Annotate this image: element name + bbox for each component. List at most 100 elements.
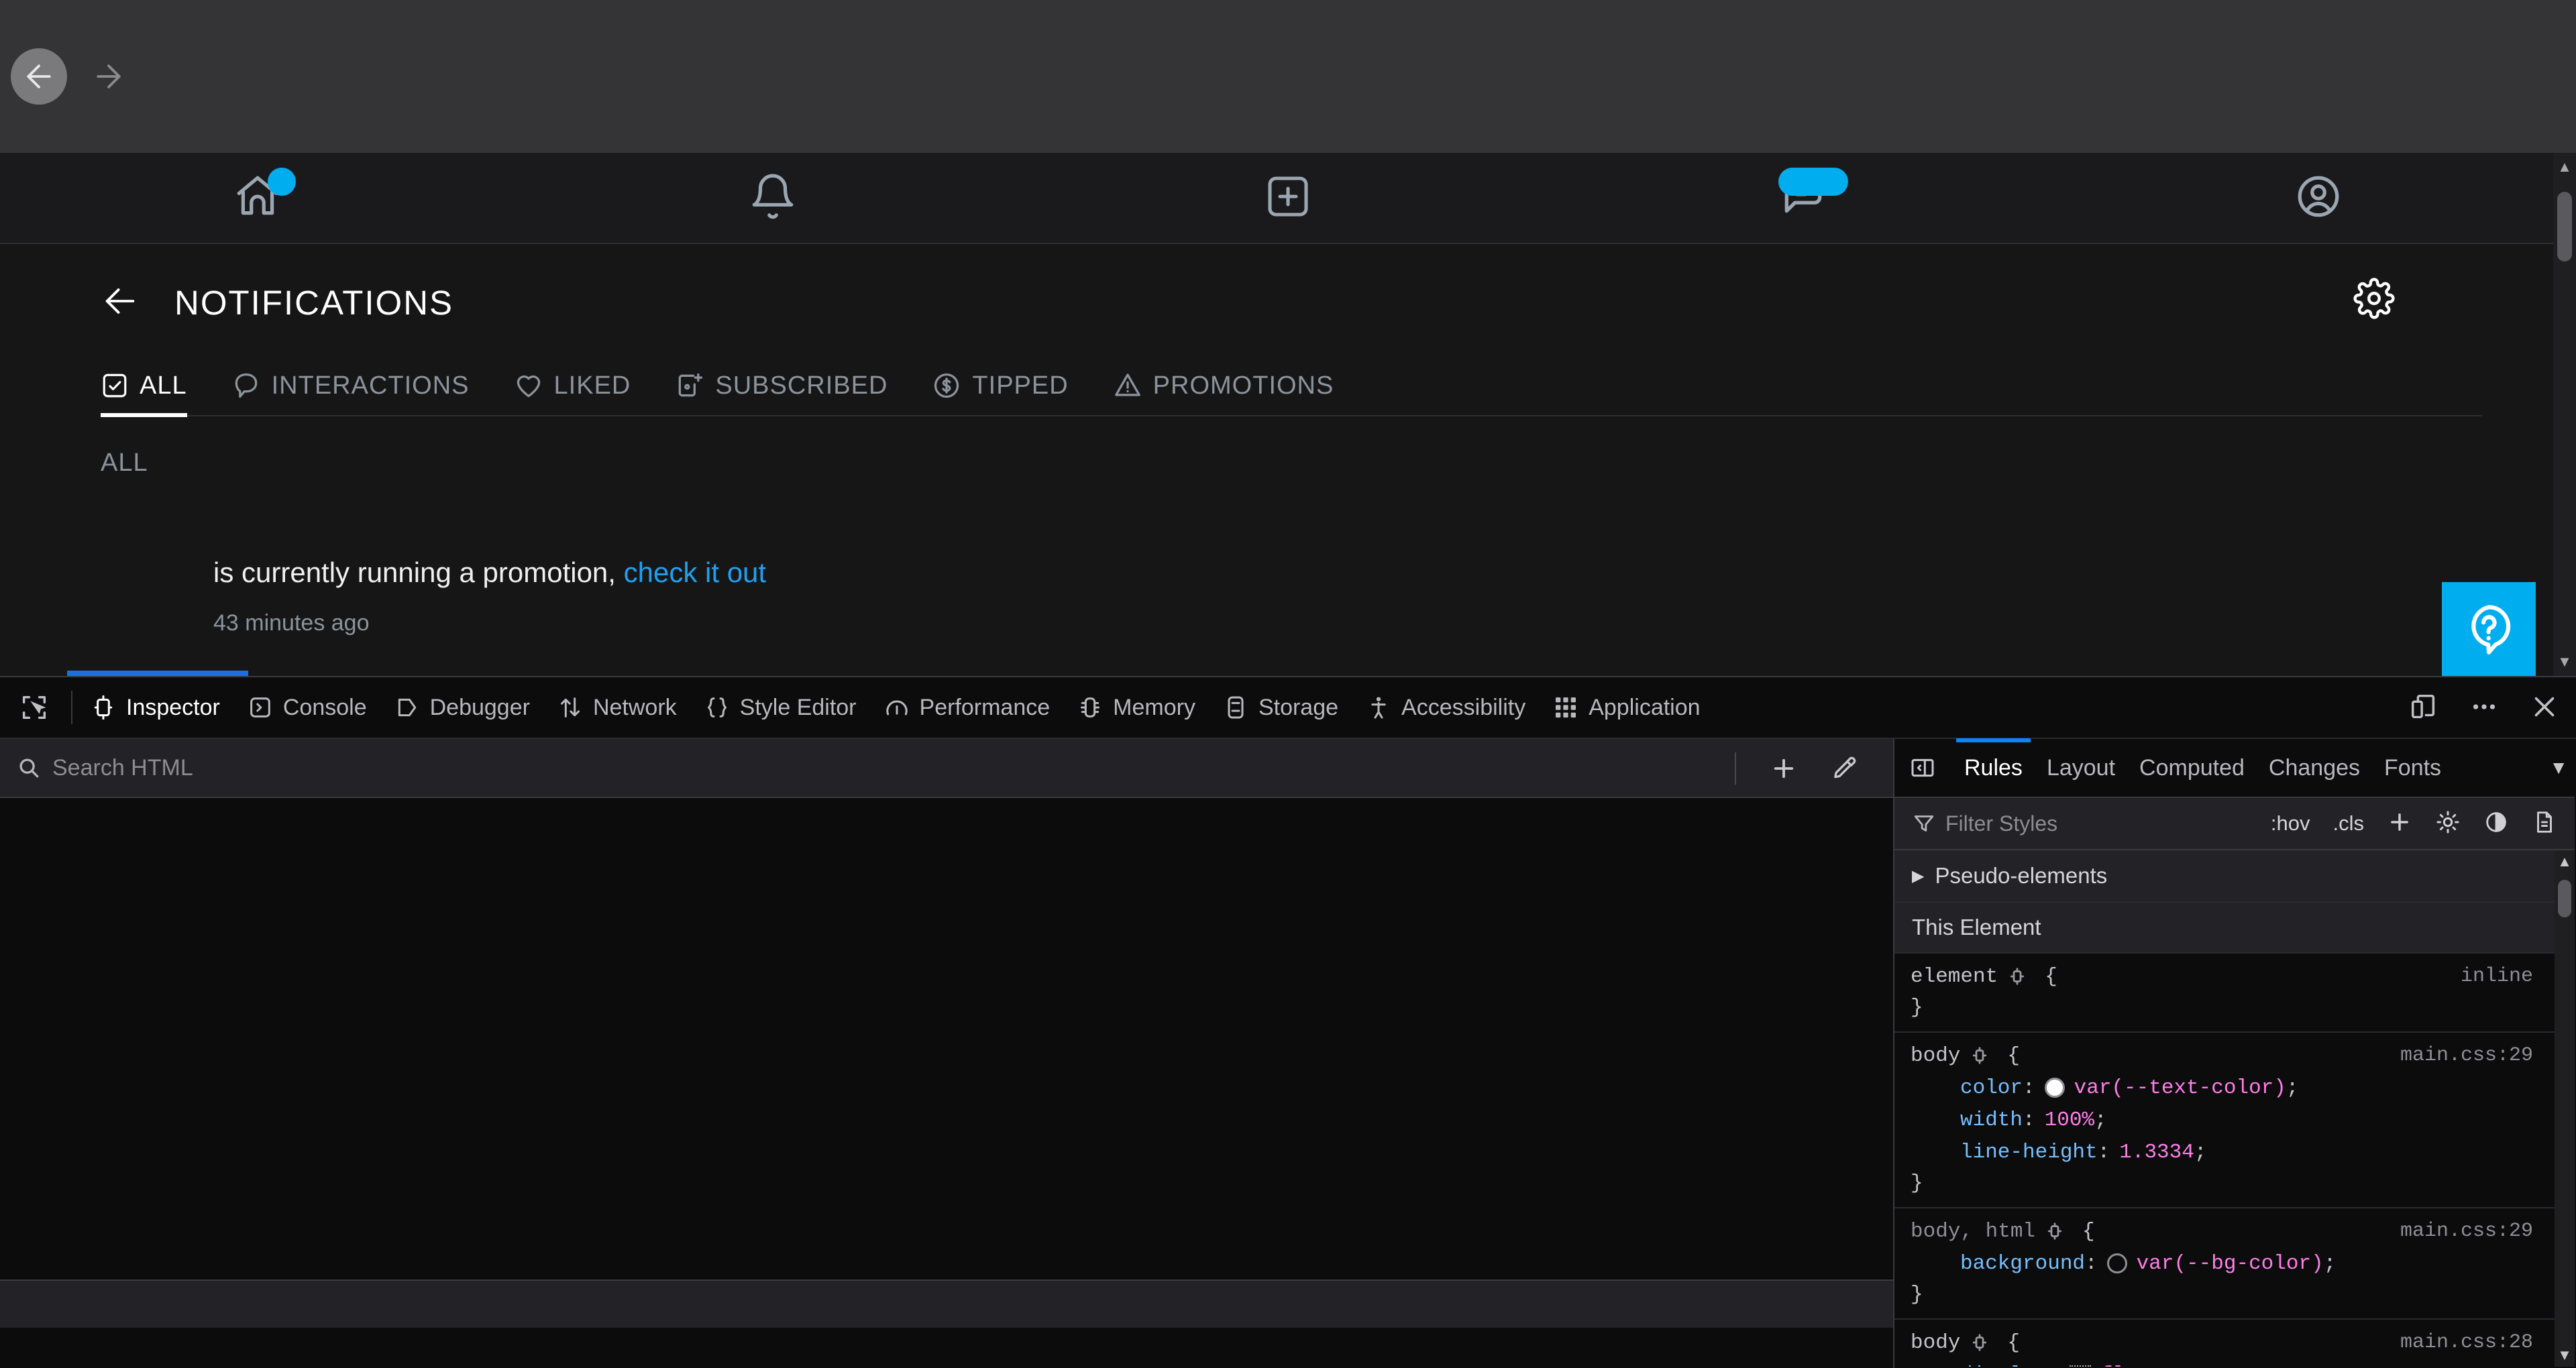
document-icon[interactable]	[2532, 809, 2557, 838]
chevron-down-icon[interactable]: ▼	[2549, 757, 2568, 779]
css-property[interactable]: display	[1960, 1363, 2047, 1367]
devices-icon[interactable]	[2408, 691, 2439, 726]
page-back-button[interactable]	[101, 282, 140, 324]
scroll-up-arrow[interactable]: ▲	[2553, 156, 2576, 178]
inspector-badge-icon[interactable]	[2045, 1221, 2065, 1241]
rules-tab-changes[interactable]: Changes	[2257, 738, 2372, 797]
flex-badge-icon[interactable]	[2070, 1365, 2091, 1367]
site-nav-item-notifications[interactable]	[515, 153, 1030, 243]
css-declaration[interactable]: line-height: 1.3334;	[1894, 1136, 2575, 1168]
css-value[interactable]: var(--bg-color)	[2137, 1252, 2324, 1275]
devtools-tab-label: Storage	[1258, 695, 1338, 721]
element-class-button[interactable]: .cls	[2333, 811, 2365, 836]
site-nav-item-home[interactable]	[0, 153, 515, 243]
devtools-tab-label: Memory	[1113, 695, 1195, 721]
css-rule-source[interactable]: main.css:28	[2400, 1331, 2533, 1354]
css-declaration[interactable]: display: flex;	[1894, 1359, 2575, 1367]
rules-list[interactable]: ▶ Pseudo-elements This Element element	[1894, 850, 2575, 1367]
css-rule-source[interactable]: main.css:29	[2400, 1220, 2533, 1243]
tab-liked[interactable]: LIKED	[514, 359, 631, 416]
help-button[interactable]	[2442, 582, 2536, 676]
subscribe-icon	[675, 371, 704, 400]
element-picker-icon[interactable]	[0, 692, 67, 723]
rules-scrollbar-thumb[interactable]	[2558, 880, 2571, 917]
css-selector[interactable]: element	[1911, 965, 1998, 988]
notification-link[interactable]: check it out	[624, 557, 766, 588]
devtools-tab-memory[interactable]: Memory	[1063, 677, 1209, 738]
inspector-badge-icon[interactable]	[1970, 1332, 1990, 1353]
css-value[interactable]: 1.3334	[2119, 1141, 2194, 1164]
inspector-badge-icon[interactable]	[1970, 1045, 1990, 1066]
notification-timestamp: 43 minutes ago	[213, 610, 2576, 636]
scroll-down-arrow[interactable]: ▼	[2555, 1345, 2575, 1365]
scroll-down-arrow[interactable]: ▼	[2553, 650, 2576, 673]
css-value[interactable]: flex	[2100, 1363, 2150, 1367]
css-property[interactable]: color	[1960, 1076, 2023, 1100]
sun-icon[interactable]	[2435, 809, 2461, 838]
devtools-tab-network[interactable]: Network	[543, 677, 690, 738]
devtools-tab-application[interactable]: Application	[1539, 677, 1713, 738]
search-input[interactable]: Search HTML	[52, 755, 193, 781]
messages-badge	[1778, 168, 1848, 196]
rules-tab-rules[interactable]: Rules	[1952, 738, 2035, 797]
tab-label: PROMOTIONS	[1153, 372, 1334, 400]
css-value[interactable]: var(--text-color)	[2074, 1076, 2286, 1100]
css-selector[interactable]: body, html	[1911, 1220, 2035, 1243]
rules-tab-fonts[interactable]: Fonts	[2372, 738, 2453, 797]
browser-back-button[interactable]	[11, 48, 67, 105]
color-swatch[interactable]	[2107, 1253, 2127, 1273]
plus-icon[interactable]	[2387, 809, 2412, 838]
page-scrollbar-thumb[interactable]	[2557, 192, 2572, 262]
css-selector[interactable]: body	[1911, 1331, 1960, 1355]
css-declaration[interactable]: background: var(--bg-color);	[1894, 1247, 2575, 1279]
devtools-tab-console[interactable]: Console	[233, 677, 380, 738]
css-declaration[interactable]: color: var(--text-color);	[1894, 1072, 2575, 1104]
close-icon[interactable]	[2529, 691, 2560, 726]
eyedropper-icon[interactable]	[1830, 754, 1858, 783]
markup-tree[interactable]	[0, 798, 1893, 1328]
devtools-tab-accessibility[interactable]: Accessibility	[1352, 677, 1539, 738]
site-nav-item-messages[interactable]	[1546, 153, 2061, 243]
css-selector[interactable]: body	[1911, 1044, 1960, 1068]
filter-styles-bar[interactable]: Filter Styles :hov .cls	[1894, 798, 2575, 850]
site-nav-item-account[interactable]	[2061, 153, 2576, 243]
tab-tipped[interactable]: TIPPED	[932, 359, 1068, 416]
devtools-tab-performance[interactable]: Performance	[870, 677, 1064, 738]
tab-promotions[interactable]: PROMOTIONS	[1113, 359, 1334, 416]
pseudo-class-hov-button[interactable]: :hov	[2271, 811, 2310, 836]
moon-icon[interactable]	[2483, 809, 2509, 838]
page-scrollbar[interactable]: ▲ ▼	[2553, 153, 2576, 676]
scroll-up-arrow[interactable]: ▲	[2555, 852, 2575, 872]
tab-subscribed[interactable]: SUBSCRIBED	[675, 359, 888, 416]
rules-tab-layout[interactable]: Layout	[2035, 738, 2127, 797]
collapse-sidebar-icon[interactable]	[1894, 754, 1952, 781]
color-swatch[interactable]	[2045, 1078, 2065, 1098]
devtools-tab-style-editor[interactable]: Style Editor	[690, 677, 870, 738]
css-rule-source[interactable]: main.css:29	[2400, 1044, 2533, 1067]
plus-icon[interactable]	[1770, 754, 1798, 783]
devtools-tab-debugger[interactable]: Debugger	[380, 677, 543, 738]
rules-sidebar: Rules Layout Computed Changes Fonts ▼ Fi…	[1894, 739, 2575, 1368]
devtools-tab-storage[interactable]: Storage	[1209, 677, 1352, 738]
filter-styles-input[interactable]: Filter Styles	[1945, 811, 2057, 836]
css-rule-source[interactable]: inline	[2461, 965, 2533, 988]
css-declaration[interactable]: width: 100%;	[1894, 1104, 2575, 1136]
css-property[interactable]: width	[1960, 1108, 2023, 1132]
css-property[interactable]: background	[1960, 1252, 2085, 1275]
css-property[interactable]: line-height	[1960, 1141, 2098, 1164]
css-value[interactable]: 100%	[2045, 1108, 2094, 1132]
page-viewport: NOTIFICATIONS ALL INTERACTIONS	[0, 153, 2576, 676]
tab-interactions[interactable]: INTERACTIONS	[231, 359, 470, 416]
rules-tab-computed[interactable]: Computed	[2127, 738, 2257, 797]
tab-all[interactable]: ALL	[101, 359, 187, 416]
devtools-toolbar: Inspector Console Debugger Network	[0, 677, 2576, 739]
inspector-badge-icon[interactable]	[2007, 966, 2027, 986]
site-nav-item-new-post[interactable]	[1030, 153, 1546, 243]
rules-scrollbar[interactable]: ▲ ▼	[2555, 850, 2575, 1367]
html-search-bar[interactable]: Search HTML	[0, 739, 1893, 798]
browser-forward-button[interactable]	[80, 48, 137, 105]
pseudo-elements-section[interactable]: ▶ Pseudo-elements	[1894, 850, 2575, 903]
gear-icon[interactable]	[2353, 278, 2395, 323]
devtools-tab-inspector[interactable]: Inspector	[76, 677, 233, 738]
ellipsis-icon[interactable]	[2469, 691, 2500, 726]
